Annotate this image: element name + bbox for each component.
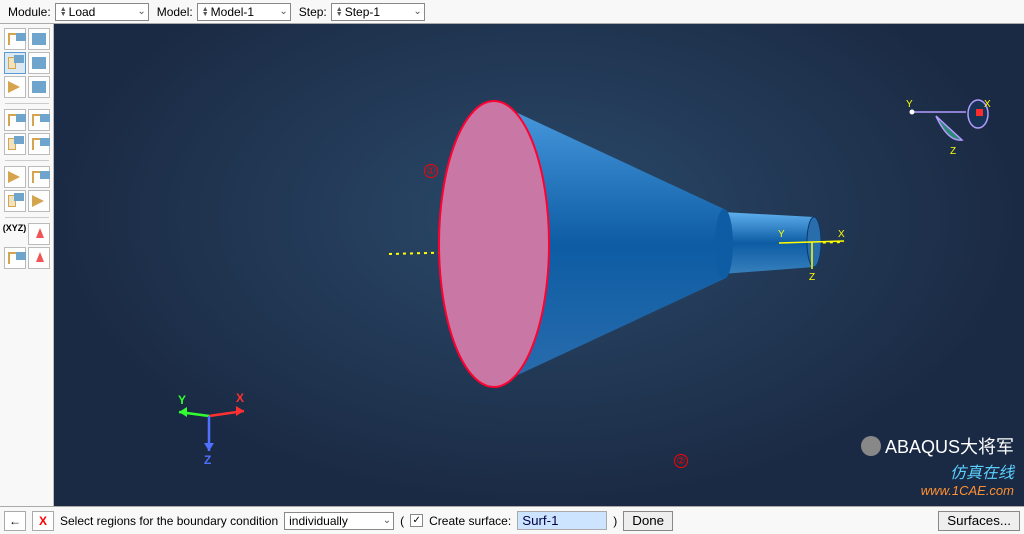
- amplitude-manager-button[interactable]: [28, 133, 50, 155]
- chevron-down-icon: ⌄: [383, 515, 391, 526]
- amplitude-button[interactable]: [4, 133, 26, 155]
- svg-text:X: X: [838, 229, 845, 240]
- module-combo[interactable]: ▲▼ Load ⌄: [55, 3, 149, 21]
- chevron-down-icon: ⌄: [279, 6, 287, 17]
- module-label: Module:: [8, 5, 51, 19]
- global-triad: X Y Z: [174, 386, 264, 466]
- step-value: Step-1: [345, 5, 405, 19]
- load-manager-button[interactable]: [28, 28, 50, 50]
- datum-csys-button[interactable]: [28, 223, 50, 245]
- create-surface-checkbox[interactable]: ✓: [410, 514, 423, 527]
- selection-tool-button[interactable]: [4, 166, 26, 188]
- field-manager-button[interactable]: [28, 76, 50, 98]
- annotation-1: ①: [424, 164, 438, 178]
- selection-tool-2-button[interactable]: [28, 166, 50, 188]
- view-orientation-widget[interactable]: Y X Z: [904, 94, 1004, 174]
- svg-text:Y: Y: [178, 393, 186, 407]
- selection-mode-value: individually: [289, 514, 349, 528]
- main-area: (XYZ) 1CAE.COM: [0, 24, 1024, 506]
- prompt-text: Select regions for the boundary conditio…: [60, 514, 278, 528]
- misc-tool-b-button[interactable]: [28, 190, 50, 212]
- back-button[interactable]: ←: [4, 511, 26, 531]
- svg-text:Z: Z: [204, 453, 211, 466]
- prompt-bar: ← X Select regions for the boundary cond…: [0, 506, 1024, 534]
- misc-tool-a-button[interactable]: [4, 190, 26, 212]
- datum-xyz-label: (XYZ): [3, 223, 27, 245]
- model-graphic: Y X Z: [354, 54, 914, 394]
- branding-overlay: ABAQUS大将军 仿真在线 www.1CAE.com: [861, 433, 1014, 498]
- surfaces-button[interactable]: Surfaces...: [938, 511, 1020, 531]
- wechat-icon: [861, 436, 881, 456]
- cancel-button[interactable]: X: [32, 511, 54, 531]
- create-bc-button[interactable]: [4, 52, 26, 74]
- done-button[interactable]: Done: [623, 511, 673, 531]
- svg-text:Z: Z: [809, 272, 815, 283]
- create-field-button[interactable]: [4, 76, 26, 98]
- datum-axis-button[interactable]: [28, 247, 50, 269]
- paren-open: (: [400, 514, 404, 528]
- context-bar: Module: ▲▼ Load ⌄ Model: ▲▼ Model-1 ⌄ St…: [0, 0, 1024, 24]
- create-surface-label: Create surface:: [429, 514, 511, 528]
- create-load-button[interactable]: [4, 28, 26, 50]
- viewport[interactable]: 1CAE.COM: [54, 24, 1024, 506]
- bc-manager-button[interactable]: [28, 52, 50, 74]
- paren-close: ): [613, 514, 617, 528]
- module-toolbox: (XYZ): [0, 24, 54, 506]
- chevron-down-icon: ⌄: [413, 6, 421, 17]
- module-value: Load: [69, 5, 129, 19]
- model-value: Model-1: [211, 5, 271, 19]
- nav-z-label: Z: [950, 146, 956, 157]
- model-combo[interactable]: ▲▼ Model-1 ⌄: [197, 3, 291, 21]
- create-load-case-button[interactable]: [4, 109, 26, 131]
- chevron-down-icon: ⌄: [137, 6, 145, 17]
- brand-line2: 仿真在线: [861, 459, 1014, 483]
- datum-point-button[interactable]: [4, 247, 26, 269]
- step-label: Step:: [299, 5, 327, 19]
- nav-y-label: Y: [906, 99, 913, 110]
- model-label: Model:: [157, 5, 193, 19]
- load-case-manager-button[interactable]: [28, 109, 50, 131]
- nav-x-label: X: [984, 99, 991, 110]
- step-combo[interactable]: ▲▼ Step-1 ⌄: [331, 3, 425, 21]
- svg-text:Y: Y: [778, 229, 785, 240]
- svg-text:X: X: [236, 391, 244, 405]
- annotation-2: ②: [674, 454, 688, 468]
- surface-name-input[interactable]: [517, 511, 607, 530]
- brand-line3: www.1CAE.com: [861, 483, 1014, 498]
- brand-line1: ABAQUS大将军: [885, 433, 1014, 459]
- selection-mode-combo[interactable]: individually ⌄: [284, 512, 394, 530]
